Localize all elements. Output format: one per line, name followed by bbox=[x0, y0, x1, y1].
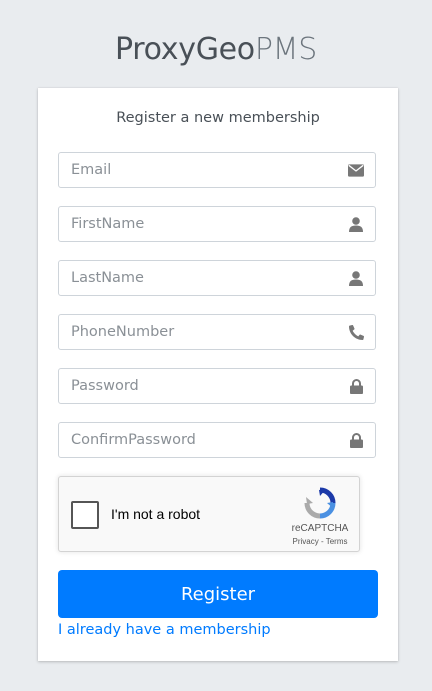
register-button[interactable]: Register bbox=[58, 570, 378, 618]
lock-icon bbox=[348, 378, 364, 394]
user-icon bbox=[348, 270, 364, 286]
recaptcha-brand: reCAPTCHA bbox=[291, 523, 349, 534]
recaptcha-links[interactable]: Privacy - Terms bbox=[281, 537, 359, 546]
password-field[interactable] bbox=[58, 368, 376, 404]
email-field[interactable] bbox=[58, 152, 376, 188]
firstname-input[interactable] bbox=[59, 207, 341, 241]
phonenumber-field[interactable] bbox=[58, 314, 376, 350]
card-title: Register a new membership bbox=[116, 110, 320, 126]
recaptcha-checkbox[interactable] bbox=[71, 501, 99, 529]
envelope-icon bbox=[348, 162, 364, 178]
already-member-link[interactable]: I already have a membership bbox=[58, 622, 271, 638]
register-card: Register a new membership Email FirstNam… bbox=[38, 88, 398, 661]
lock-icon bbox=[348, 432, 364, 448]
lastname-input[interactable] bbox=[59, 261, 341, 295]
logo-light: PMS bbox=[254, 32, 317, 67]
phone-icon bbox=[348, 324, 364, 340]
phonenumber-input[interactable] bbox=[59, 315, 341, 349]
email-input[interactable] bbox=[59, 153, 341, 187]
user-icon bbox=[348, 216, 364, 232]
lastname-field[interactable] bbox=[58, 260, 376, 296]
firstname-field[interactable] bbox=[58, 206, 376, 242]
recaptcha-label: I'm not a robot bbox=[111, 506, 201, 522]
logo-strong: ProxyGeo bbox=[115, 32, 255, 67]
recaptcha-logo-icon bbox=[304, 487, 336, 519]
recaptcha-widget: I'm not a robot reCAPTCHA Privacy - Term… bbox=[58, 476, 360, 552]
confirmpassword-input[interactable] bbox=[59, 423, 341, 457]
password-input[interactable] bbox=[59, 369, 341, 403]
confirmpassword-field[interactable] bbox=[58, 422, 376, 458]
app-logo[interactable]: ProxyGeoPMS bbox=[0, 28, 432, 72]
